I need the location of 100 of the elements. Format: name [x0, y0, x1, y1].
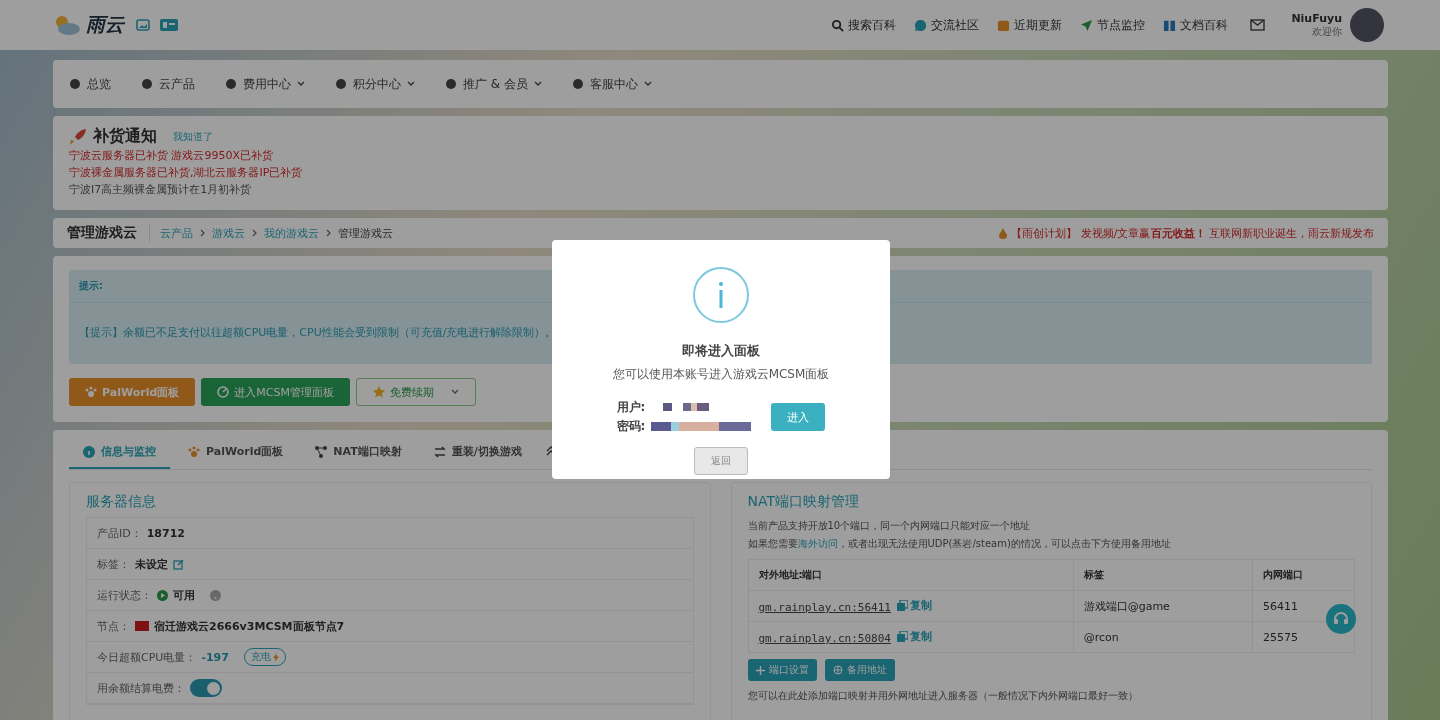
globe-icon — [832, 665, 843, 675]
avatar[interactable] — [1350, 8, 1384, 42]
edit-icon — [173, 558, 184, 570]
box-icon — [997, 18, 1011, 32]
help-icon — [210, 589, 221, 601]
column-header: 内网端口 — [1252, 559, 1355, 591]
column-header: 标签 — [1073, 559, 1253, 591]
chevron-right-icon — [252, 229, 257, 237]
swap-icon — [433, 445, 446, 458]
menu-item[interactable]: 积分中心 — [335, 75, 415, 93]
menu-item-icon — [335, 78, 347, 90]
tab[interactable]: 信息与监控 — [69, 434, 170, 469]
field-label: 节点： — [97, 618, 130, 634]
backup-address-button[interactable]: 备用地址 — [824, 659, 895, 681]
drop-icon — [999, 227, 1008, 239]
menu-item[interactable]: 客服中心 — [572, 75, 652, 93]
overseas-link[interactable]: 海外访问 — [797, 538, 838, 549]
menu-item[interactable]: 推广 & 会员 — [445, 75, 542, 93]
nav-link[interactable]: 交流社区 — [914, 16, 980, 34]
paw-icon — [85, 386, 97, 398]
chevron-down-icon — [297, 81, 305, 87]
id-card-icon — [160, 19, 178, 31]
field-label: 产品ID： — [97, 525, 142, 541]
field-value: 宿迁游戏云2666v3MCSM面板节点7 — [154, 618, 345, 634]
address-link[interactable]: gm.rainplay.cn:56411 — [758, 601, 891, 614]
gauge-icon — [217, 386, 230, 398]
notice-line: 宁波裸金属服务器已补货,湖北云服务器IP已补货 — [69, 165, 304, 181]
menu-item-icon — [445, 78, 457, 90]
image-icon — [136, 19, 150, 31]
field-label: 运行状态： — [97, 587, 152, 603]
lightning-icon — [272, 652, 279, 662]
support-button[interactable] — [1326, 604, 1356, 634]
send-icon — [1080, 18, 1094, 32]
address-link[interactable]: gm.rainplay.cn:50804 — [758, 632, 891, 645]
dialog-title: 即将进入面板 — [682, 342, 760, 360]
notice-line: 宁波I7高主频裸金属预计在1月初补货 — [69, 182, 253, 198]
toggle-switch[interactable] — [190, 679, 222, 697]
field-label: 用户: — [616, 399, 646, 416]
field-label: 密码: — [616, 418, 646, 435]
network-icon — [315, 445, 328, 458]
info-icon — [692, 266, 750, 324]
user-name: NiuFuyu — [1291, 11, 1342, 25]
chevron-down-icon — [534, 81, 542, 87]
greeting-text: 欢迎你 — [1312, 24, 1342, 39]
flag-icon — [135, 621, 149, 631]
menu-item-icon — [141, 78, 153, 90]
breadcrumb-link[interactable]: 我的游戏云 — [264, 225, 319, 241]
back-button[interactable]: 返回 — [694, 447, 748, 475]
status-text: 可用 — [173, 587, 195, 603]
notice-line: 宁波云服务器已补货 游戏云9950X已补货 — [69, 148, 275, 164]
chevron-down-icon — [644, 81, 652, 87]
paw-icon — [188, 445, 200, 458]
renew-dropdown[interactable]: 免费续期 — [356, 378, 476, 406]
menu-item-icon — [69, 78, 81, 90]
menu-item-icon — [225, 78, 237, 90]
field-value: 18712 — [146, 526, 185, 540]
star-icon — [373, 386, 385, 398]
notice-title: 补货通知 — [93, 126, 157, 147]
table-cell: 游戏端口@game — [1073, 590, 1253, 622]
nav-link[interactable]: 文档百科 — [1163, 16, 1229, 34]
description-text: 如果您需要海外访问，或者出现无法使用UDP(基岩/steam)的情况，可以点击下方使用备用地址 — [747, 537, 1172, 551]
promo-text: 【雨创计划】 发视频/文章赢百元收益！ 互联网新职业诞生，雨云新规发布 — [1011, 225, 1374, 241]
panel-button[interactable]: 进入MCSM管理面板 — [201, 378, 350, 406]
copy-link[interactable]: 复制 — [896, 598, 932, 613]
breadcrumb-link[interactable]: 管理游戏云 — [338, 225, 393, 241]
search-icon — [831, 18, 845, 32]
menu-item[interactable]: 总览 — [69, 75, 111, 93]
chevron-down-icon — [407, 81, 415, 87]
tab[interactable]: NAT端口映射 — [301, 434, 416, 469]
page-title: 管理游戏云 — [67, 224, 150, 242]
field-value: 未设定 — [135, 556, 168, 572]
info-icon — [83, 445, 95, 458]
section-title: 服务器信息 — [86, 493, 157, 511]
play-circle-icon — [157, 589, 168, 601]
copy-icon — [896, 600, 908, 611]
copy-link[interactable]: 复制 — [896, 629, 932, 644]
rocket-icon — [69, 127, 87, 146]
enter-button[interactable]: 进入 — [771, 403, 826, 431]
field-label: 今日超额CPU电量： — [97, 649, 197, 665]
port-settings-button[interactable]: 端口设置 — [747, 659, 817, 681]
chevron-right-icon — [200, 229, 205, 237]
dismiss-link[interactable]: 我知道了 — [173, 129, 213, 144]
chevron-down-icon — [451, 389, 459, 395]
table-cell: @rcon — [1073, 621, 1253, 653]
headset-icon — [1333, 611, 1349, 627]
field-label: 用余额结算电费： — [97, 680, 185, 696]
column-header: 对外地址:端口 — [748, 559, 1074, 591]
menu-item[interactable]: 费用中心 — [225, 75, 305, 93]
tab[interactable]: PalWorld面板 — [174, 434, 298, 469]
nav-link[interactable]: 搜索百科 — [831, 16, 897, 34]
dialog-message: 您可以使用本账号进入游戏云MCSM面板 — [612, 366, 830, 383]
plus-icon — [755, 665, 765, 675]
tab[interactable]: 重装/切换游戏 — [419, 434, 536, 469]
breadcrumb-link[interactable]: 游戏云 — [212, 225, 245, 241]
nav-link[interactable]: 节点监控 — [1080, 16, 1146, 34]
menu-item[interactable]: 云产品 — [141, 75, 195, 93]
logo-text: 雨云 — [86, 12, 124, 37]
nav-link[interactable]: 近期更新 — [997, 16, 1063, 34]
breadcrumb-link[interactable]: 云产品 — [160, 225, 193, 241]
copy-icon — [896, 631, 908, 642]
